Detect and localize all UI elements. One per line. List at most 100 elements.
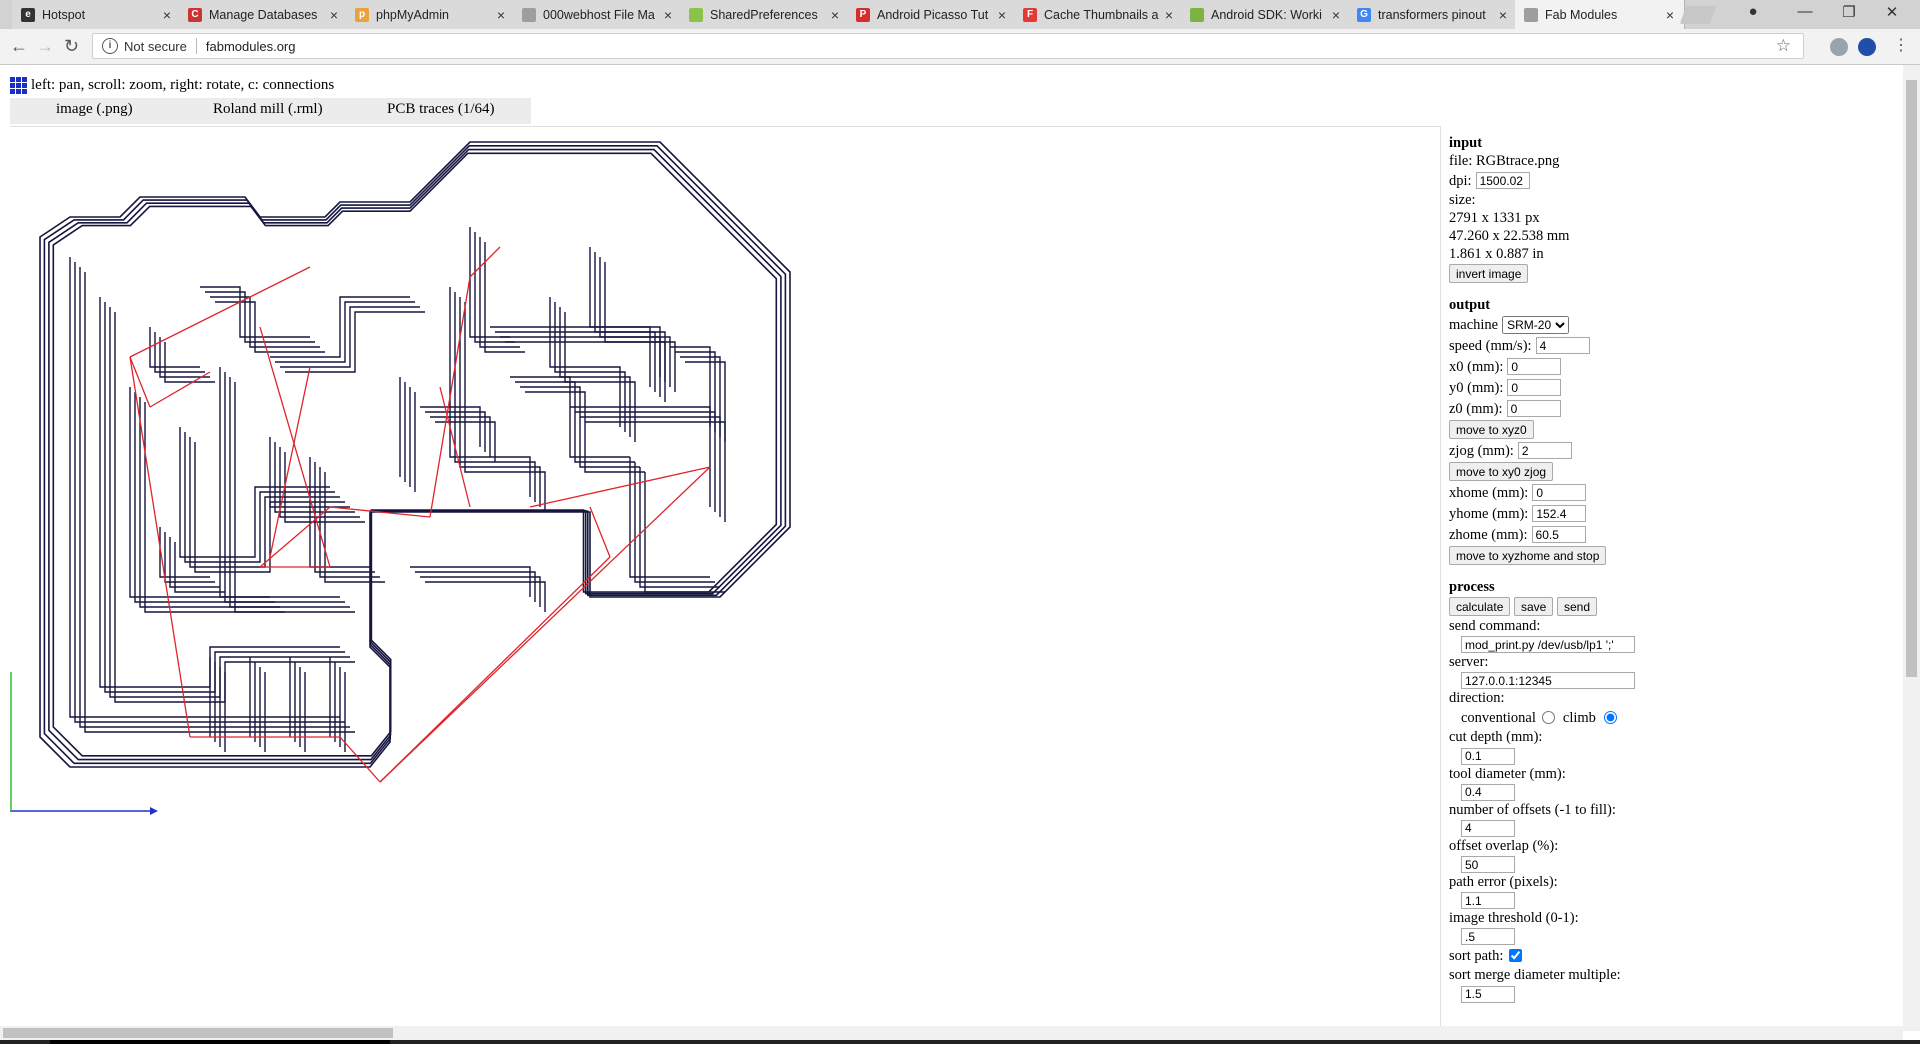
- offsets-input[interactable]: [1461, 819, 1515, 837]
- zhome-input[interactable]: [1531, 526, 1586, 543]
- cut-depth-input[interactable]: [1461, 747, 1515, 765]
- x0-label: x0 (mm):: [1449, 358, 1504, 375]
- info-icon[interactable]: i: [102, 38, 118, 54]
- tab-close-icon[interactable]: ×: [1161, 7, 1177, 23]
- dpi-input[interactable]: [1475, 172, 1530, 189]
- send-command-input[interactable]: [1461, 636, 1635, 654]
- move-to-xyzhome-button[interactable]: move to xyzhome and stop: [1449, 546, 1607, 565]
- browser-toolbar: ← → ↻ i Not secure fabmodules.org ☆ ⋮: [0, 29, 1920, 65]
- tab-title: Hotspot: [42, 7, 86, 22]
- climb-radio[interactable]: [1603, 711, 1617, 725]
- z0-label: z0 (mm):: [1449, 400, 1503, 417]
- extension-icon[interactable]: [1830, 38, 1848, 56]
- send-button[interactable]: send: [1556, 597, 1598, 616]
- trace-offset-path: [159, 337, 210, 378]
- back-arrow-icon[interactable]: ←: [10, 36, 28, 57]
- tab-close-icon[interactable]: ×: [994, 7, 1010, 23]
- x-axis-arrow-icon: [150, 807, 158, 815]
- browser-tab[interactable]: Gtransformers pinout ×: [1348, 0, 1518, 29]
- browser-tab[interactable]: Fab Modules ×: [1515, 0, 1685, 29]
- tool-diameter-input[interactable]: [1461, 783, 1515, 801]
- horizontal-scroll-thumb[interactable]: [3, 1028, 393, 1038]
- sort-path-checkbox[interactable]: [1509, 949, 1523, 963]
- merge-input[interactable]: [1461, 985, 1515, 1003]
- tab-close-icon[interactable]: ×: [159, 7, 175, 23]
- machine-label: machine: [1449, 316, 1499, 333]
- tab-close-icon[interactable]: ×: [1328, 7, 1344, 23]
- tab-close-icon[interactable]: ×: [1495, 7, 1511, 23]
- browser-tab[interactable]: F Cache Thumbnails a ×: [1014, 0, 1184, 29]
- vertical-scroll-thumb[interactable]: [1906, 80, 1917, 677]
- trace-offset-path: [479, 237, 520, 348]
- machine-select[interactable]: SRM-20: [1502, 315, 1570, 334]
- horizontal-scrollbar[interactable]: [0, 1026, 1903, 1040]
- browser-tab[interactable]: e Hotspot ×: [12, 0, 182, 29]
- extension-globe-icon[interactable]: [1858, 38, 1876, 56]
- tab-close-icon[interactable]: ×: [1662, 7, 1678, 23]
- rapid-move-line: [379, 466, 711, 783]
- close-window-button[interactable]: ✕: [1880, 3, 1904, 21]
- trace-offset-path: [425, 581, 546, 612]
- overlap-input[interactable]: [1461, 856, 1515, 874]
- menu-kebab-icon[interactable]: ⋮: [1893, 35, 1909, 55]
- browser-tab[interactable]: 000webhost File Ma ×: [513, 0, 683, 29]
- trace-offset-path: [459, 297, 541, 507]
- trace-offset-path: [449, 287, 531, 497]
- direction-label: direction:: [1449, 690, 1505, 707]
- browser-tab[interactable]: C Manage Databases ×: [179, 0, 349, 29]
- browser-tab[interactable]: SharedPreferences ×: [680, 0, 850, 29]
- calculate-button[interactable]: calculate: [1449, 597, 1511, 616]
- tab-close-icon[interactable]: ×: [326, 7, 342, 23]
- xhome-input[interactable]: [1532, 484, 1587, 501]
- toolpath-svg[interactable]: [10, 127, 1440, 1027]
- zhome-label: zhome (mm):: [1449, 526, 1528, 543]
- move-to-xy0-zjog-button[interactable]: move to xy0 zjog: [1449, 462, 1554, 481]
- tab-close-icon[interactable]: ×: [827, 7, 843, 23]
- threshold-input[interactable]: [1461, 928, 1515, 946]
- save-button[interactable]: save: [1514, 597, 1554, 616]
- tab-roland-mill[interactable]: Roland mill (.rml): [213, 101, 323, 118]
- move-to-xyz0-button[interactable]: move to xyz0: [1449, 420, 1534, 439]
- browser-tab[interactable]: p phpMyAdmin ×: [346, 0, 516, 29]
- tab-favicon-icon: [1524, 7, 1538, 22]
- zjog-input[interactable]: [1517, 442, 1572, 459]
- profile-icon[interactable]: ●: [1741, 3, 1765, 20]
- address-separator: [195, 38, 197, 54]
- tab-favicon-icon: e: [21, 7, 35, 22]
- invert-image-button[interactable]: invert image: [1449, 264, 1529, 283]
- trace-offset-path: [469, 227, 510, 338]
- threshold-label: image threshold (0-1):: [1449, 910, 1579, 927]
- fab-grid-icon[interactable]: [10, 77, 27, 94]
- tab-pcb-traces[interactable]: PCB traces (1/64): [387, 101, 494, 118]
- zjog-label: zjog (mm):: [1449, 442, 1514, 459]
- restore-button[interactable]: ❐: [1837, 3, 1861, 21]
- y0-label: y0 (mm):: [1449, 379, 1504, 396]
- taskbar-segment: [50, 1040, 390, 1044]
- address-bar[interactable]: i Not secure fabmodules.org ☆: [92, 33, 1804, 59]
- trace-offset-path: [324, 472, 385, 583]
- z0-input[interactable]: [1506, 400, 1561, 417]
- conventional-radio[interactable]: [1541, 711, 1555, 725]
- tab-close-icon[interactable]: ×: [660, 7, 676, 23]
- vertical-scrollbar[interactable]: [1903, 65, 1920, 1031]
- tab-image[interactable]: image (.png): [56, 101, 133, 118]
- x0-input[interactable]: [1507, 358, 1562, 375]
- server-input[interactable]: [1461, 672, 1635, 690]
- output-heading: output: [1449, 297, 1491, 313]
- bookmark-star-icon[interactable]: ☆: [1776, 36, 1791, 56]
- y0-input[interactable]: [1507, 379, 1562, 396]
- minimize-button[interactable]: —: [1793, 3, 1817, 20]
- speed-input[interactable]: [1535, 337, 1590, 354]
- toolpath-canvas[interactable]: [10, 126, 1441, 1027]
- browser-tab[interactable]: Android SDK: Worki ×: [1181, 0, 1351, 29]
- tab-close-icon[interactable]: ×: [493, 7, 509, 23]
- url-text[interactable]: fabmodules.org: [206, 39, 296, 54]
- path-error-input[interactable]: [1461, 892, 1515, 910]
- tab-favicon-icon: F: [1023, 7, 1037, 22]
- forward-arrow-icon[interactable]: →: [36, 36, 54, 57]
- reload-icon[interactable]: ↻: [64, 36, 79, 57]
- tab-title: Fab Modules: [1545, 7, 1618, 22]
- yhome-input[interactable]: [1532, 505, 1587, 522]
- browser-tab[interactable]: P Android Picasso Tut ×: [847, 0, 1017, 29]
- control-panel: input file: RGBtrace.png dpi: size: 2791…: [1449, 128, 1669, 1003]
